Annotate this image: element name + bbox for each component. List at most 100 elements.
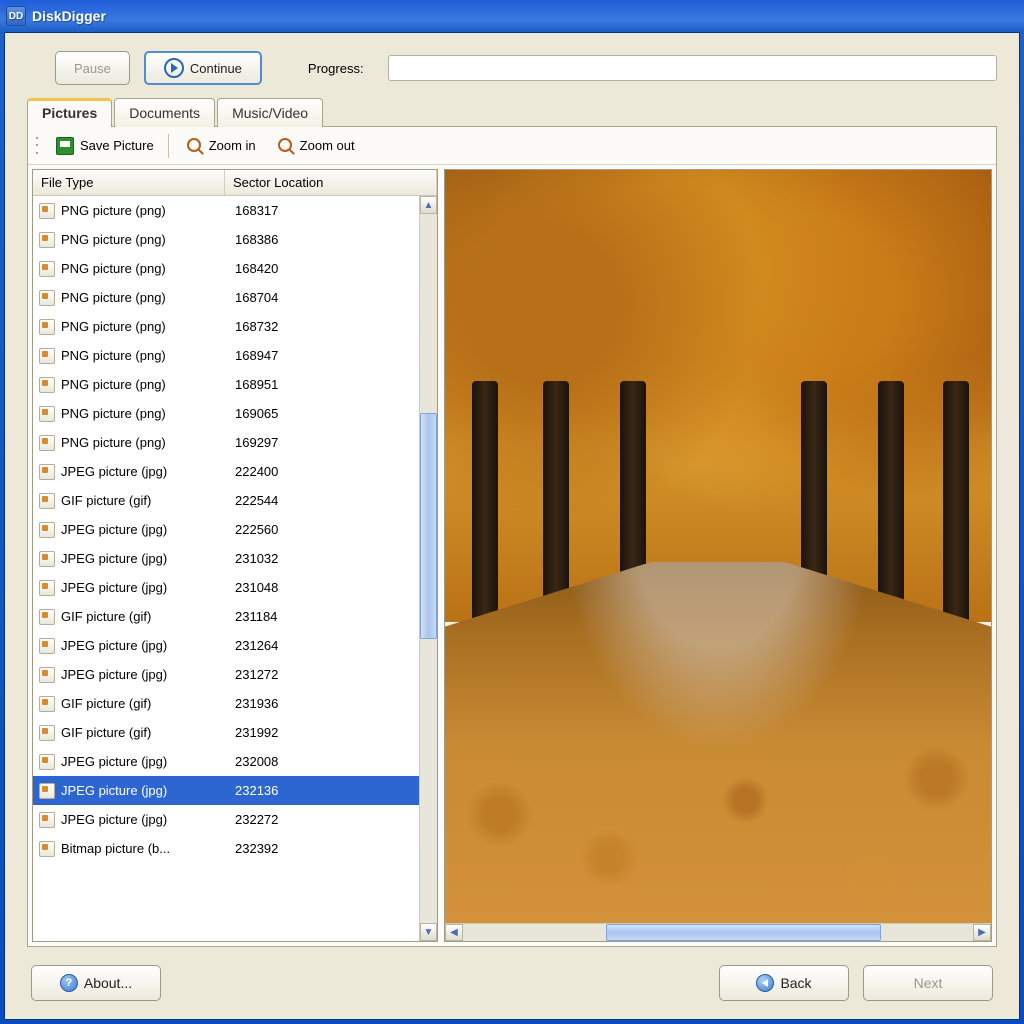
- toolbar-grip-icon[interactable]: [36, 135, 42, 157]
- save-picture-button[interactable]: Save Picture: [48, 133, 162, 159]
- scroll-track[interactable]: [420, 214, 437, 923]
- list-item[interactable]: PNG picture (png) 168386: [33, 225, 419, 254]
- list-item[interactable]: PNG picture (png)169297: [33, 428, 419, 457]
- image-file-icon: [39, 841, 55, 857]
- list-item-sector: 168951: [235, 377, 413, 392]
- list-item-type: PNG picture (png): [61, 232, 229, 247]
- help-icon: ?: [60, 974, 78, 992]
- scroll-down-icon[interactable]: ▼: [420, 923, 437, 941]
- content-split: File Type Sector Location PNG picture (p…: [28, 165, 996, 946]
- list-item[interactable]: JPEG picture (jpg) 232136: [33, 776, 419, 805]
- list-item[interactable]: JPEG picture (jpg) 232272: [33, 805, 419, 834]
- image-file-icon: [39, 493, 55, 509]
- list-item[interactable]: JPEG picture (jpg)231048: [33, 573, 419, 602]
- window-title: DiskDigger: [32, 8, 106, 24]
- list-item-type: JPEG picture (jpg): [61, 522, 229, 537]
- list-item[interactable]: PNG picture (png)169065: [33, 399, 419, 428]
- titlebar[interactable]: DD DiskDigger: [0, 0, 1024, 32]
- list-item-type: JPEG picture (jpg): [61, 812, 229, 827]
- list-item-sector: 232392: [235, 841, 413, 856]
- list-item[interactable]: PNG picture (png)168951: [33, 370, 419, 399]
- image-file-icon: [39, 696, 55, 712]
- scroll-thumb[interactable]: [420, 413, 437, 640]
- column-header-filetype[interactable]: File Type: [33, 170, 225, 195]
- list-item-sector: 231184: [235, 609, 413, 624]
- hscroll-track[interactable]: [463, 924, 973, 941]
- progress-label: Progress:: [308, 61, 364, 76]
- list-item-type: PNG picture (png): [61, 319, 229, 334]
- scroll-right-icon[interactable]: ▶: [973, 924, 991, 941]
- tab-documents[interactable]: Documents: [114, 98, 215, 127]
- zoom-out-label: Zoom out: [300, 138, 355, 153]
- hscroll-thumb[interactable]: [606, 924, 881, 941]
- list-item[interactable]: Bitmap picture (b...232392: [33, 834, 419, 863]
- list-item-sector: 168317: [235, 203, 413, 218]
- list-item[interactable]: JPEG picture (jpg)232008: [33, 747, 419, 776]
- image-file-icon: [39, 667, 55, 683]
- back-icon: [756, 974, 774, 992]
- image-file-icon: [39, 580, 55, 596]
- autumn-image-placeholder: [445, 170, 991, 923]
- list-item-type: GIF picture (gif): [61, 609, 229, 624]
- image-file-icon: [39, 725, 55, 741]
- list-item[interactable]: JPEG picture (jpg)222560: [33, 515, 419, 544]
- preview-pane: ◀ ▶: [444, 169, 992, 942]
- list-item[interactable]: PNG picture (png)168420: [33, 254, 419, 283]
- list-item-sector: 232272: [235, 812, 413, 827]
- progress-bar: [388, 55, 997, 81]
- zoom-out-button[interactable]: Zoom out: [270, 134, 363, 158]
- back-button[interactable]: Back: [719, 965, 849, 1001]
- save-picture-label: Save Picture: [80, 138, 154, 153]
- list-item-sector: 169065: [235, 406, 413, 421]
- image-file-icon: [39, 319, 55, 335]
- tab-row: PicturesDocumentsMusic/Video: [27, 98, 997, 127]
- list-item[interactable]: GIF picture (gif)231936: [33, 689, 419, 718]
- list-item-type: JPEG picture (jpg): [61, 464, 229, 479]
- list-item-type: JPEG picture (jpg): [61, 667, 229, 682]
- zoom-in-button[interactable]: Zoom in: [179, 134, 264, 158]
- scroll-up-icon[interactable]: ▲: [420, 196, 437, 214]
- zoom-in-label: Zoom in: [209, 138, 256, 153]
- zoom-out-icon: [278, 138, 294, 154]
- list-item[interactable]: JPEG picture (jpg)231264: [33, 631, 419, 660]
- list-item[interactable]: PNG picture (png) 168317: [33, 196, 419, 225]
- list-item[interactable]: JPEG picture (jpg) 222400: [33, 457, 419, 486]
- list-item[interactable]: PNG picture (png)168704: [33, 283, 419, 312]
- list-item[interactable]: PNG picture (png)168947: [33, 341, 419, 370]
- list-item-type: PNG picture (png): [61, 290, 229, 305]
- about-button[interactable]: ? About...: [31, 965, 161, 1001]
- list-scrollbar[interactable]: ▲ ▼: [419, 196, 437, 941]
- about-button-label: About...: [84, 975, 132, 991]
- column-header-sector[interactable]: Sector Location: [225, 170, 437, 195]
- list-item[interactable]: GIF picture (gif) 231184: [33, 602, 419, 631]
- preview-hscrollbar[interactable]: ◀ ▶: [445, 923, 991, 941]
- image-file-icon: [39, 232, 55, 248]
- list-item[interactable]: JPEG picture (jpg) 231032: [33, 544, 419, 573]
- list-item-type: PNG picture (png): [61, 203, 229, 218]
- list-item[interactable]: JPEG picture (jpg) 231272: [33, 660, 419, 689]
- list-item[interactable]: PNG picture (png)168732: [33, 312, 419, 341]
- back-button-label: Back: [780, 975, 811, 991]
- toolbar-separator: [168, 134, 169, 158]
- list-item-type: JPEG picture (jpg): [61, 551, 229, 566]
- top-controls: Pause Continue Progress:: [5, 33, 1019, 97]
- image-file-icon: [39, 551, 55, 567]
- list-item[interactable]: GIF picture (gif)231992: [33, 718, 419, 747]
- continue-button[interactable]: Continue: [144, 51, 262, 85]
- tab-pictures[interactable]: Pictures: [27, 98, 112, 127]
- next-button[interactable]: Next: [863, 965, 993, 1001]
- image-file-icon: [39, 812, 55, 828]
- list-item-sector: 231272: [235, 667, 413, 682]
- list-item-type: JPEG picture (jpg): [61, 783, 229, 798]
- pause-button[interactable]: Pause: [55, 51, 130, 85]
- list-item[interactable]: GIF picture (gif)222544: [33, 486, 419, 515]
- scroll-left-icon[interactable]: ◀: [445, 924, 463, 941]
- list-item-type: GIF picture (gif): [61, 493, 229, 508]
- list-item-sector: 168386: [235, 232, 413, 247]
- list-item-sector: 231032: [235, 551, 413, 566]
- list-item-sector: 231992: [235, 725, 413, 740]
- list-item-sector: 232136: [235, 783, 413, 798]
- list-body: PNG picture (png)168317PNG picture (png)…: [33, 196, 419, 941]
- list-item-sector: 222400: [235, 464, 413, 479]
- tab-music-video[interactable]: Music/Video: [217, 98, 323, 127]
